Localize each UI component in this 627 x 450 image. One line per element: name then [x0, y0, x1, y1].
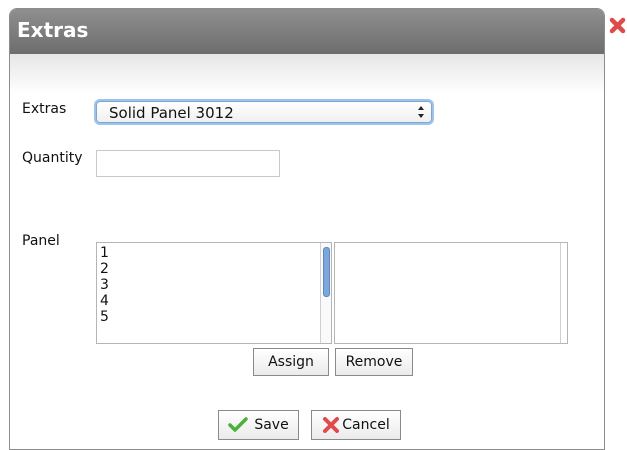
list-item[interactable]: 5: [97, 309, 331, 325]
dialog-titlebar: Extras: [10, 9, 604, 54]
list-item[interactable]: 3: [97, 277, 331, 293]
list-item[interactable]: 2: [97, 261, 331, 277]
save-label: Save: [254, 417, 289, 433]
extras-dialog: Extras Extras Solid Panel 3012 Quantity …: [9, 8, 605, 450]
assign-button[interactable]: Assign: [253, 348, 329, 376]
quantity-field[interactable]: [96, 150, 280, 177]
save-button[interactable]: Save: [218, 410, 299, 440]
panel-available-list[interactable]: 12345: [96, 242, 332, 344]
cancel-label: Cancel: [342, 417, 390, 433]
scrollbar-thumb[interactable]: [323, 247, 330, 297]
cancel-button[interactable]: Cancel: [311, 410, 401, 440]
list-item[interactable]: 4: [97, 293, 331, 309]
header-shade: [10, 54, 604, 94]
x-icon: [323, 417, 340, 433]
select-arrows-icon: [418, 106, 424, 118]
quantity-label: Quantity: [22, 150, 83, 166]
extras-select-value: Solid Panel 3012: [109, 104, 234, 122]
list-item[interactable]: 1: [97, 245, 331, 261]
extras-label: Extras: [22, 101, 67, 117]
panel-assigned-list[interactable]: [334, 242, 568, 344]
assigned-list-scrollbar: [560, 243, 567, 343]
close-icon[interactable]: [608, 16, 627, 35]
list-scrollbar[interactable]: [320, 243, 331, 343]
dialog-title: Extras: [17, 18, 89, 42]
panel-label: Panel: [22, 233, 60, 249]
remove-button[interactable]: Remove: [335, 348, 413, 376]
checkmark-icon: [228, 417, 249, 432]
extras-select[interactable]: Solid Panel 3012: [96, 101, 432, 123]
